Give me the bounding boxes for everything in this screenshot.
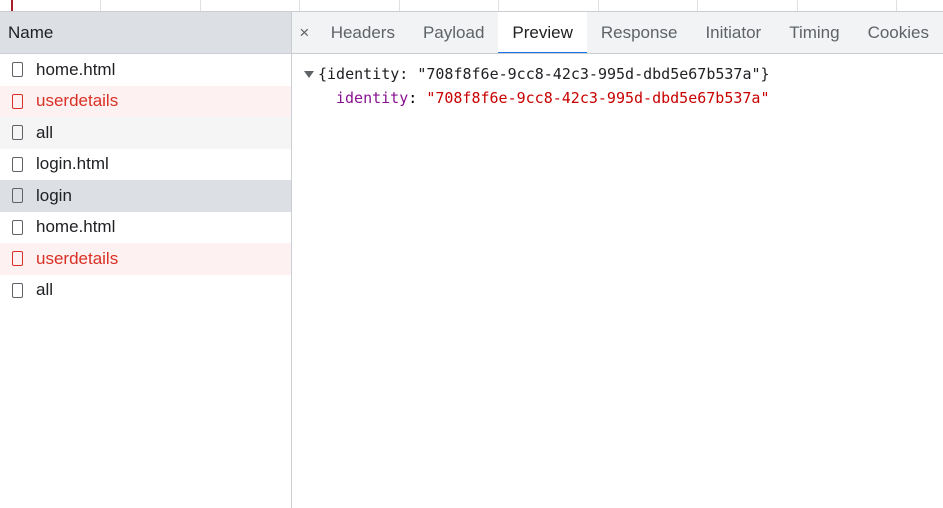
request-row[interactable]: userdetails	[0, 243, 291, 275]
request-name: all	[36, 122, 54, 142]
detail-tab-bar: × Headers Payload Preview Response Initi…	[292, 12, 943, 54]
timeline-gridline	[598, 0, 599, 11]
tab-timing[interactable]: Timing	[775, 12, 853, 53]
expand-triangle-icon[interactable]	[304, 70, 314, 78]
request-row[interactable]: all	[0, 117, 291, 149]
devtools-network-panel: Name home.html userdetails all login.htm…	[0, 0, 943, 508]
request-row[interactable]: login.html	[0, 148, 291, 180]
request-name-panel: Name home.html userdetails all login.htm…	[0, 12, 292, 508]
json-tree-root[interactable]: {identity: "708f8f6e-9cc8-42c3-995d-dbd5…	[304, 62, 943, 86]
request-name: login	[36, 185, 72, 205]
timeline-gridline	[299, 0, 300, 11]
timeline-gridline	[200, 0, 201, 11]
timeline-gridline	[399, 0, 400, 11]
preview-content: {identity: "708f8f6e-9cc8-42c3-995d-dbd5…	[292, 54, 943, 110]
request-row[interactable]: home.html	[0, 211, 291, 243]
request-row[interactable]: userdetails	[0, 85, 291, 117]
request-name: all	[36, 280, 54, 300]
request-list: home.html userdetails all login.html log…	[0, 54, 291, 306]
request-name: userdetails	[36, 248, 119, 268]
document-icon	[12, 125, 23, 141]
document-icon	[12, 93, 23, 109]
name-column-header[interactable]: Name	[0, 12, 291, 54]
tab-payload[interactable]: Payload	[409, 12, 498, 53]
json-property-separator: :	[408, 89, 427, 107]
json-property-key: identity	[336, 89, 409, 107]
request-name: home.html	[36, 217, 116, 237]
tab-response[interactable]: Response	[587, 12, 692, 53]
request-row-selected[interactable]: login	[0, 180, 291, 212]
tab-cookies[interactable]: Cookies	[854, 12, 943, 53]
request-name: login.html	[36, 154, 109, 174]
timeline-gridline	[797, 0, 798, 11]
document-icon	[12, 282, 23, 298]
request-name: home.html	[36, 59, 116, 79]
timeline-gridline	[697, 0, 698, 11]
request-row[interactable]: home.html	[0, 54, 291, 86]
timeline-gridline	[498, 0, 499, 11]
document-icon	[12, 251, 23, 267]
document-icon	[12, 62, 23, 78]
json-property-row[interactable]: identity: "708f8f6e-9cc8-42c3-995d-dbd5e…	[304, 86, 943, 110]
request-row[interactable]: all	[0, 274, 291, 306]
tab-preview[interactable]: Preview	[498, 12, 588, 53]
network-timeline-overview[interactable]	[0, 0, 943, 12]
document-icon	[12, 156, 23, 172]
timeline-gridline	[100, 0, 101, 11]
document-icon	[12, 219, 23, 235]
request-detail-panel: × Headers Payload Preview Response Initi…	[292, 12, 943, 508]
name-column-header-label: Name	[8, 22, 54, 42]
timeline-marker	[11, 0, 13, 11]
request-name: userdetails	[36, 91, 119, 111]
close-icon[interactable]: ×	[292, 12, 317, 53]
document-icon	[12, 188, 23, 204]
json-summary: {identity: "708f8f6e-9cc8-42c3-995d-dbd5…	[318, 65, 770, 83]
json-property-value: "708f8f6e-9cc8-42c3-995d-dbd5e67b537a"	[426, 89, 770, 107]
tab-headers[interactable]: Headers	[317, 12, 409, 53]
timeline-gridline	[896, 0, 897, 11]
tab-initiator[interactable]: Initiator	[691, 12, 775, 53]
